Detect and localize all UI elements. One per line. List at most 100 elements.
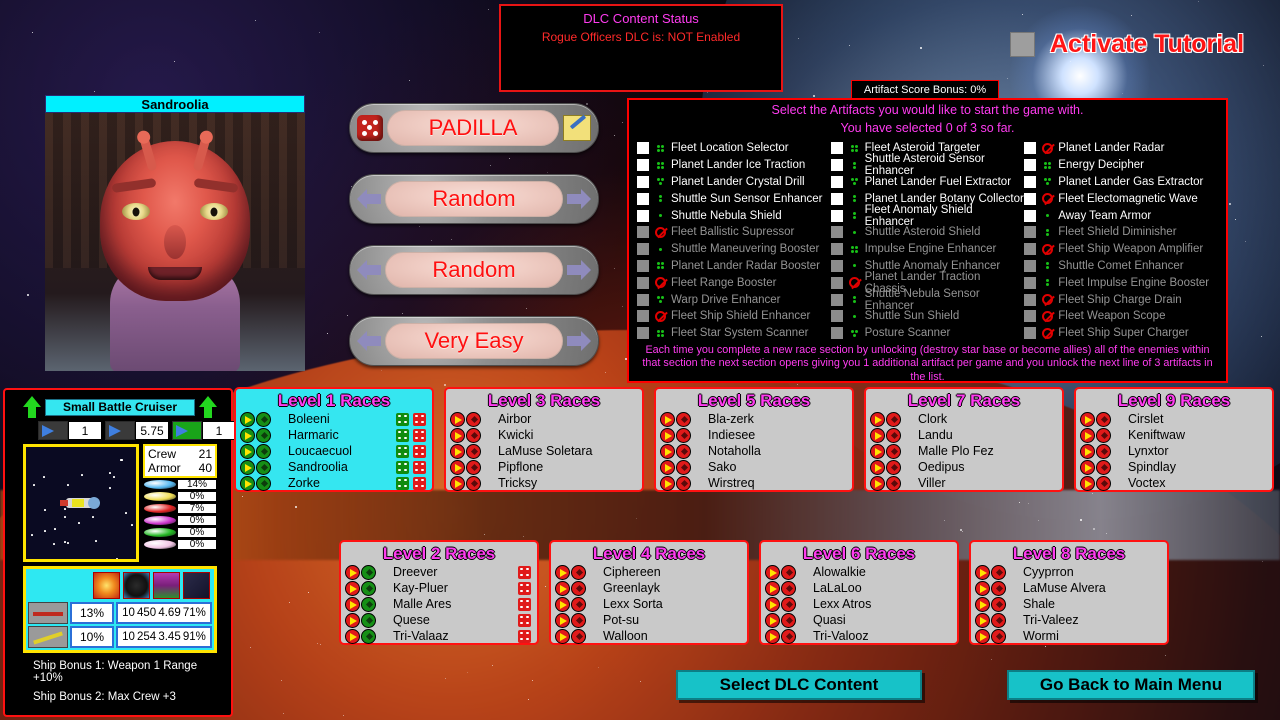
race-play-icon[interactable] xyxy=(555,613,570,628)
race-info-icon[interactable] xyxy=(466,428,481,443)
race-dice-group[interactable] xyxy=(518,614,533,627)
race-play-icon[interactable] xyxy=(870,460,885,475)
race-die-red-icon[interactable] xyxy=(413,461,426,474)
race-row[interactable]: Cyyprron xyxy=(975,564,1163,580)
race-info-icon[interactable] xyxy=(466,412,481,427)
race-row[interactable]: Ciphereen xyxy=(555,564,743,580)
race-info-icon[interactable] xyxy=(571,629,586,644)
race-info-icon[interactable] xyxy=(361,629,376,644)
race-info-icon[interactable] xyxy=(256,412,271,427)
race-play-icon[interactable] xyxy=(1080,428,1095,443)
race-play-icon[interactable] xyxy=(660,476,675,491)
race-row[interactable]: Tri-Valooz xyxy=(765,628,953,644)
race-info-icon[interactable] xyxy=(886,476,901,491)
race-info-icon[interactable] xyxy=(991,597,1006,612)
race-play-icon[interactable] xyxy=(240,476,255,491)
race-play-icon[interactable] xyxy=(1080,412,1095,427)
race-row[interactable]: Harmaric xyxy=(240,427,428,443)
race-row[interactable]: Bla-zerk xyxy=(660,411,848,427)
race-row[interactable]: Kay-Pluer xyxy=(345,580,533,596)
race-row[interactable]: Airbor xyxy=(450,411,638,427)
artifact-checkbox[interactable] xyxy=(1024,210,1036,222)
race-play-icon[interactable] xyxy=(345,581,360,596)
race-row[interactable]: Zorke xyxy=(240,475,428,491)
race-info-icon[interactable] xyxy=(886,412,901,427)
race-play-icon[interactable] xyxy=(975,597,990,612)
selector-ship-select[interactable]: Random xyxy=(349,245,599,295)
selector-left-arrow-icon[interactable] xyxy=(357,259,381,281)
race-info-icon[interactable] xyxy=(1096,460,1111,475)
race-row[interactable]: Alowalkie xyxy=(765,564,953,580)
race-row[interactable]: Viller xyxy=(870,475,1058,491)
artifact-row[interactable]: Planet Lander Gas Extractor xyxy=(1024,174,1218,191)
selector-difficulty-select[interactable]: Very Easy xyxy=(349,316,599,366)
race-play-icon[interactable] xyxy=(765,581,780,596)
race-play-icon[interactable] xyxy=(555,565,570,580)
race-play-icon[interactable] xyxy=(555,629,570,644)
race-play-icon[interactable] xyxy=(975,565,990,580)
race-die-red-icon[interactable] xyxy=(518,630,531,643)
race-row[interactable]: Quese xyxy=(345,612,533,628)
artifact-checkbox[interactable] xyxy=(831,176,843,188)
race-info-icon[interactable] xyxy=(361,565,376,580)
race-dice-group[interactable] xyxy=(396,477,428,490)
race-play-icon[interactable] xyxy=(345,597,360,612)
race-info-icon[interactable] xyxy=(676,460,691,475)
race-row[interactable]: Tricksy xyxy=(450,475,638,491)
selector-right-arrow-icon[interactable] xyxy=(567,259,591,281)
selector-right-arrow-icon[interactable] xyxy=(567,330,591,352)
artifact-checkbox[interactable] xyxy=(1024,142,1036,154)
race-row[interactable]: Sandroolia xyxy=(240,459,428,475)
race-play-icon[interactable] xyxy=(765,597,780,612)
race-die-red-icon[interactable] xyxy=(413,445,426,458)
artifact-checkbox[interactable] xyxy=(831,210,843,222)
artifact-row[interactable]: Planet Lander Ice Traction xyxy=(637,157,831,174)
artifact-checkbox[interactable] xyxy=(637,176,649,188)
race-die-red-icon[interactable] xyxy=(413,429,426,442)
race-row[interactable]: Tri-Valaaz xyxy=(345,628,533,644)
ship-prev-icon[interactable] xyxy=(23,396,41,418)
race-row[interactable]: Lynxtor xyxy=(1080,443,1268,459)
race-row[interactable]: Dreever xyxy=(345,564,533,580)
race-info-icon[interactable] xyxy=(571,565,586,580)
artifact-row[interactable]: Shuttle Nebula Shield xyxy=(637,207,831,224)
race-info-icon[interactable] xyxy=(466,460,481,475)
race-play-icon[interactable] xyxy=(240,460,255,475)
race-row[interactable]: Wormi xyxy=(975,628,1163,644)
selector-left-arrow-icon[interactable] xyxy=(357,330,381,352)
race-row[interactable]: Loucaecuol xyxy=(240,443,428,459)
race-play-icon[interactable] xyxy=(765,629,780,644)
race-row[interactable]: Voctex xyxy=(1080,475,1268,491)
race-row[interactable]: Shale xyxy=(975,596,1163,612)
race-dice-group[interactable] xyxy=(396,413,428,426)
race-row[interactable]: Lexx Atros xyxy=(765,596,953,612)
race-dice-group[interactable] xyxy=(518,598,533,611)
race-die-green-icon[interactable] xyxy=(396,445,409,458)
race-info-icon[interactable] xyxy=(781,565,796,580)
race-row[interactable]: Oedipus xyxy=(870,459,1058,475)
artifact-checkbox[interactable] xyxy=(637,159,649,171)
artifact-checkbox[interactable] xyxy=(637,142,649,154)
activate-tutorial-label[interactable]: Activate Tutorial xyxy=(1050,30,1244,59)
selector-left-arrow-icon[interactable] xyxy=(357,188,381,210)
race-row[interactable]: LaMuse Soletara xyxy=(450,443,638,459)
race-info-icon[interactable] xyxy=(886,460,901,475)
race-play-icon[interactable] xyxy=(555,597,570,612)
race-play-icon[interactable] xyxy=(240,412,255,427)
race-info-icon[interactable] xyxy=(1096,444,1111,459)
race-play-icon[interactable] xyxy=(450,444,465,459)
race-dice-group[interactable] xyxy=(396,445,428,458)
artifact-checkbox[interactable] xyxy=(637,210,649,222)
selector-value-field[interactable]: PADILLA xyxy=(387,110,559,146)
race-row[interactable]: Kwicki xyxy=(450,427,638,443)
artifact-row[interactable]: Planet Lander Crystal Drill xyxy=(637,174,831,191)
race-info-icon[interactable] xyxy=(886,428,901,443)
race-info-icon[interactable] xyxy=(466,444,481,459)
race-play-icon[interactable] xyxy=(345,565,360,580)
race-play-icon[interactable] xyxy=(870,428,885,443)
race-play-icon[interactable] xyxy=(975,581,990,596)
race-info-icon[interactable] xyxy=(1096,476,1111,491)
race-info-icon[interactable] xyxy=(991,629,1006,644)
race-row[interactable]: LaMuse Alvera xyxy=(975,580,1163,596)
race-info-icon[interactable] xyxy=(676,412,691,427)
